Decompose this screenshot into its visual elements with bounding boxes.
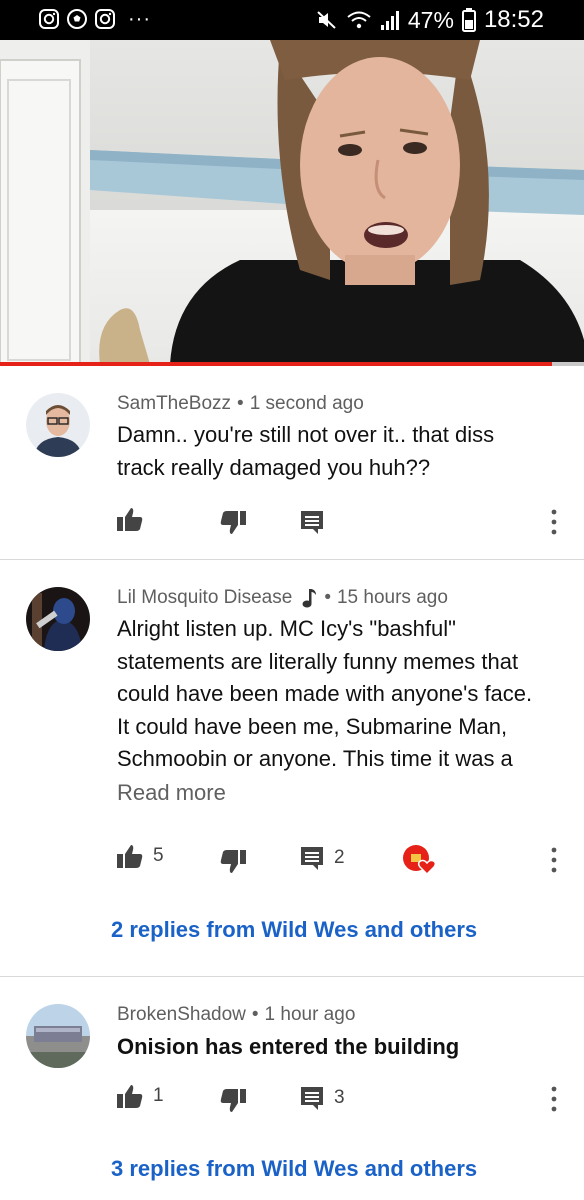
clock: 18:52 (483, 6, 544, 33)
reply-count: 3 (334, 1087, 345, 1108)
comment-meta: Lil Mosquito Disease • 15 hours ago (117, 587, 448, 609)
thumbs-down-icon (220, 511, 246, 534)
thumbs-up-icon (117, 508, 143, 531)
reply-comment-icon (301, 1087, 323, 1110)
divider (0, 559, 584, 560)
reply-button[interactable] (300, 510, 324, 534)
creator-heart-icon (403, 845, 437, 876)
comment-author[interactable]: Lil Mosquito Disease (117, 587, 292, 609)
comment-text: Onision has entered the building (117, 1034, 460, 1059)
music-note-icon (302, 589, 317, 608)
more-options-icon[interactable] (546, 508, 562, 536)
more-options-icon[interactable] (546, 1085, 562, 1113)
instagram-icon (39, 9, 59, 29)
more-options-icon[interactable] (546, 846, 562, 874)
like-count: 5 (153, 845, 164, 866)
comment-time: 15 hours ago (336, 587, 448, 608)
status-bar: ··· 47% 18:52 (0, 0, 584, 40)
comment-text: Alright listen up. MC Icy's "bashful" st… (117, 616, 533, 771)
wifi-icon (347, 11, 371, 29)
avatar[interactable] (26, 1004, 90, 1068)
read-more-link[interactable]: Read more (117, 780, 226, 806)
signal-icon (380, 11, 399, 30)
video-player[interactable] (0, 40, 584, 364)
reply-button[interactable]: 3 (300, 1086, 345, 1110)
thumbs-up-icon (117, 1085, 143, 1108)
comment-meta: BrokenShadow • 1 hour ago (117, 1004, 356, 1026)
comment-text: Damn.. you're still not over it.. that d… (117, 422, 495, 480)
divider (0, 976, 584, 977)
comment-meta: SamTheBozz • 1 second ago (117, 393, 364, 415)
comment-author[interactable]: BrokenShadow (117, 1004, 246, 1026)
like-button[interactable] (117, 507, 143, 531)
like-button[interactable]: 1 (117, 1084, 164, 1108)
view-replies-link[interactable]: 2 replies from Wild Wes and others (111, 917, 477, 943)
reply-button[interactable]: 2 (300, 846, 345, 870)
video-progress-bar[interactable] (0, 362, 584, 366)
dislike-button[interactable] (220, 511, 246, 535)
thumbs-up-icon (117, 845, 143, 868)
comment-author[interactable]: SamTheBozz (117, 393, 231, 415)
status-right: 47% 18:52 (316, 6, 544, 34)
dislike-button[interactable] (220, 1089, 246, 1113)
avatar[interactable] (26, 587, 90, 651)
view-replies-link[interactable]: 3 replies from Wild Wes and others (111, 1156, 477, 1182)
dislike-button[interactable] (220, 850, 246, 874)
reply-comment-icon (301, 847, 323, 870)
avatar[interactable] (26, 393, 90, 457)
more-notifications: ··· (128, 8, 151, 30)
video-frame (0, 40, 584, 364)
like-button[interactable]: 5 (117, 844, 164, 868)
battery-icon (461, 8, 476, 32)
instagram-icon (95, 9, 115, 29)
comment-time: 1 hour ago (264, 1004, 356, 1025)
thumbs-down-icon (220, 1089, 246, 1112)
soccer-ball-icon (67, 9, 87, 29)
reply-comment-icon (301, 511, 323, 534)
video-progress-fill (0, 362, 552, 366)
comment-time: 1 second ago (249, 393, 364, 414)
like-count: 1 (153, 1085, 164, 1106)
status-left: ··· (38, 8, 151, 30)
battery-percent: 47% (407, 6, 454, 33)
thumbs-down-icon (220, 850, 246, 873)
reply-count: 2 (334, 847, 345, 868)
mute-icon (317, 11, 336, 29)
